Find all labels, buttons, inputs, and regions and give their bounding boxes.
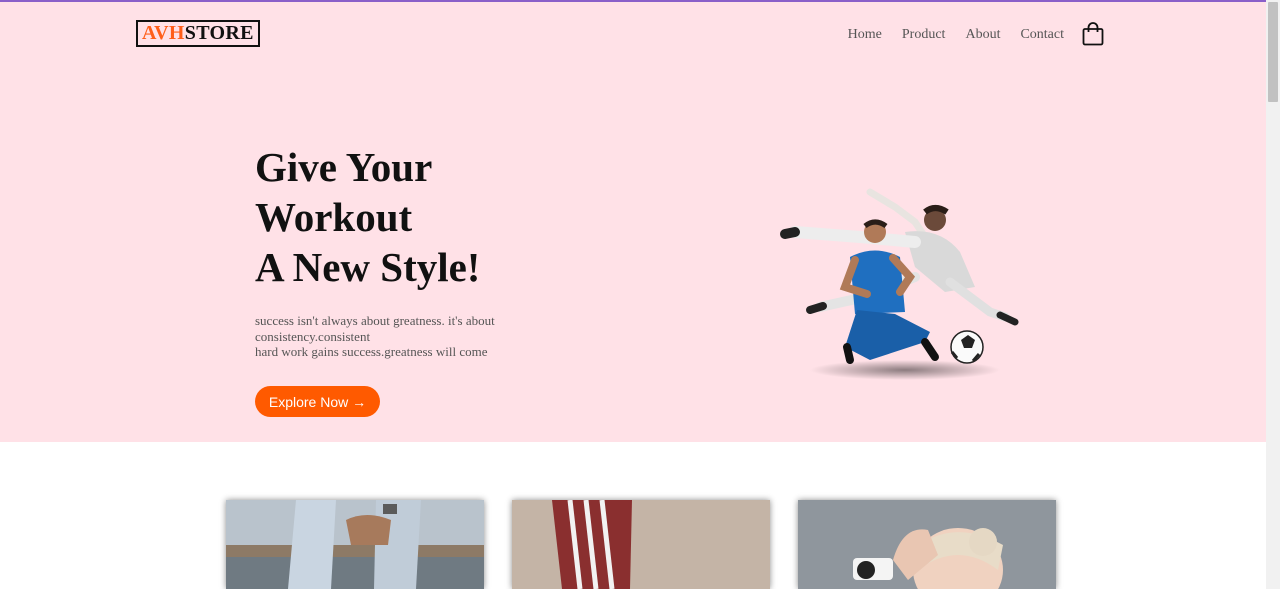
featured-card[interactable]	[226, 500, 484, 589]
logo-rest-text: STORE	[184, 22, 254, 44]
nav-link-home[interactable]: Home	[848, 27, 882, 43]
headline-line: Give Your	[255, 144, 433, 190]
hero-headline: Give Your Workout A New Style!	[255, 142, 480, 292]
woman-with-smartwatch-image	[798, 500, 1056, 589]
football-players-image	[780, 188, 1019, 380]
hero-section: AVHSTORE Home Product About Contact Give…	[0, 2, 1280, 442]
main-nav: Home Product About Contact	[848, 22, 1104, 47]
featured-card[interactable]	[512, 500, 770, 589]
description-line: success isn't always about greatness. it…	[255, 313, 495, 328]
headline-line: A New Style!	[255, 244, 481, 290]
striped-track-pants-image	[512, 500, 770, 589]
brand-logo[interactable]: AVHSTORE	[136, 20, 260, 47]
nav-link-product[interactable]: Product	[902, 27, 946, 43]
featured-card[interactable]	[798, 500, 1056, 589]
description-line: hard work gains success.greatness will c…	[255, 344, 488, 359]
nav-link-contact[interactable]: Contact	[1020, 27, 1064, 43]
description-line: consistency.consistent	[255, 328, 371, 344]
shopping-bag-icon[interactable]	[1082, 22, 1104, 46]
hero-description: success isn't always about greatness. it…	[255, 313, 515, 360]
jeans-and-watch-image	[226, 500, 484, 589]
headline-line: Workout	[255, 194, 413, 240]
explore-now-button[interactable]: Explore Now →	[255, 386, 380, 417]
scrollbar-thumb[interactable]	[1268, 2, 1278, 102]
page-scrollbar[interactable]	[1266, 0, 1280, 589]
logo-accent-text: AVH	[142, 22, 185, 44]
nav-link-about[interactable]: About	[965, 27, 1000, 43]
